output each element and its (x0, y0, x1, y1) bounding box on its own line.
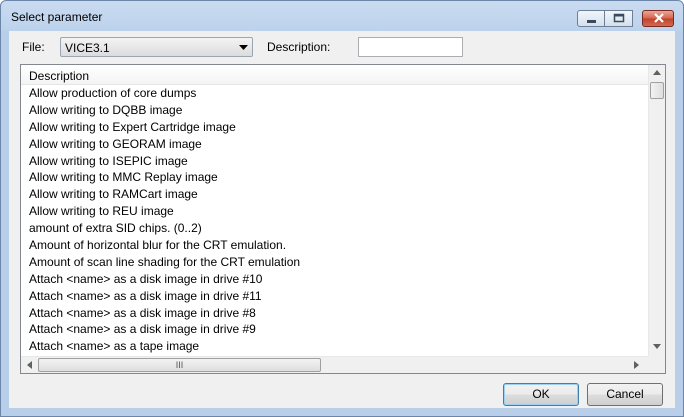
scroll-down-icon[interactable] (653, 344, 661, 349)
dialog-body: File: VICE3.1 Description: Description A… (9, 31, 675, 408)
horizontal-scroll-thumb[interactable]: III (38, 358, 321, 372)
list-item[interactable]: Attach <name> as a disk image in drive #… (21, 288, 649, 305)
cancel-button[interactable]: Cancel (587, 383, 663, 406)
list-item[interactable]: Allow writing to DQBB image (21, 102, 649, 119)
list-item[interactable]: Allow writing to GEORAM image (21, 136, 649, 153)
list-item[interactable]: amount of extra SID chips. (0..2) (21, 220, 649, 237)
scroll-right-icon[interactable] (634, 361, 639, 369)
list-item[interactable]: Attach <name> as a disk image in drive #… (21, 271, 649, 288)
description-input[interactable] (358, 37, 463, 57)
file-select[interactable]: VICE3.1 (60, 37, 253, 57)
list-item[interactable]: Allow writing to RAMCart image (21, 186, 649, 203)
minimize-icon (587, 20, 596, 23)
list-item[interactable]: Allow writing to MMC Replay image (21, 169, 649, 186)
scrollbar-corner (648, 356, 665, 373)
description-label: Description: (267, 40, 331, 54)
close-icon (654, 13, 664, 23)
file-label: File: (22, 40, 45, 54)
vertical-scrollbar[interactable] (648, 65, 665, 356)
list-item[interactable]: Attach <name> as a disk image in drive #… (21, 321, 649, 338)
list-rows: Allow production of core dumps Allow writ… (21, 85, 649, 355)
scroll-up-icon[interactable] (653, 70, 661, 75)
ok-button[interactable]: OK (503, 383, 579, 406)
list-item[interactable]: Allow writing to REU image (21, 203, 649, 220)
list-item[interactable]: Amount of horizontal blur for the CRT em… (21, 237, 649, 254)
list-item[interactable]: Attach <name> as a disk image in drive #… (21, 305, 649, 322)
scroll-left-icon[interactable] (27, 361, 32, 369)
dialog-window: Select parameter File: VICE3.1 Descripti… (0, 0, 684, 417)
minimize-button[interactable] (577, 10, 605, 27)
horizontal-scrollbar[interactable]: III (21, 356, 649, 373)
window-title: Select parameter (11, 10, 103, 24)
scroll-grip-icon: III (175, 360, 184, 370)
chevron-down-icon (239, 45, 248, 50)
list-item[interactable]: Allow writing to Expert Cartridge image (21, 119, 649, 136)
file-select-value: VICE3.1 (65, 41, 110, 55)
maximize-icon (613, 13, 625, 23)
close-button[interactable] (642, 10, 674, 27)
list-item[interactable]: Amount of scan line shading for the CRT … (21, 254, 649, 271)
list-item[interactable]: Allow writing to ISEPIC image (21, 153, 649, 170)
title-bar[interactable]: Select parameter (1, 1, 683, 31)
list-item[interactable]: Attach <name> as a tape image (21, 338, 649, 355)
maximize-button[interactable] (605, 10, 633, 27)
vertical-scroll-thumb[interactable] (650, 82, 664, 99)
list-item[interactable]: Allow production of core dumps (21, 85, 649, 102)
column-header-label: Description (29, 69, 90, 83)
parameter-list[interactable]: Description Allow production of core dum… (20, 64, 666, 374)
column-header-description[interactable]: Description (21, 65, 649, 85)
